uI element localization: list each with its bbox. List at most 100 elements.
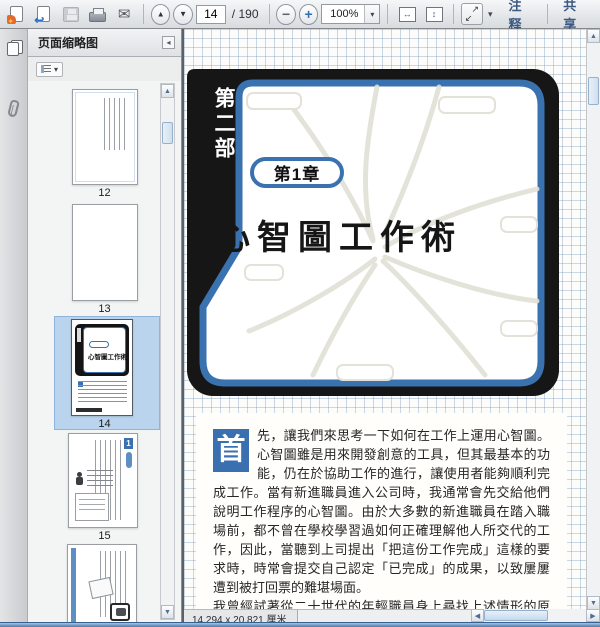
plus-icon: + <box>304 6 313 22</box>
scroll-down-button[interactable]: ▼ <box>161 605 174 619</box>
page-thumbnail-14[interactable]: 心智圖工作術 <box>71 319 133 416</box>
page-thumbnail-15[interactable]: 1 <box>68 433 138 528</box>
toolbar-separator <box>143 4 144 24</box>
scrollbar-thumb[interactable] <box>162 122 173 144</box>
fullscreen-button[interactable]: ↗ ↙ <box>460 3 483 25</box>
chapter-title: 心智圖工作術 <box>216 219 462 257</box>
zoom-caret-icon[interactable]: ▾ <box>364 5 380 23</box>
down-arrow-icon: ▼ <box>179 9 188 18</box>
mini-frame-inner: 心智圖工作術 <box>83 327 127 373</box>
fullscreen-caret-icon[interactable]: ▾ <box>486 9 495 20</box>
create-pdf-button[interactable] <box>5 2 29 26</box>
mini-body-lines <box>78 381 127 403</box>
print-button[interactable] <box>85 2 109 26</box>
thumbnail-label: 14 <box>98 418 111 430</box>
up-arrow-icon: ▲ <box>164 87 171 95</box>
mini-page-badge: 1 <box>124 438 133 449</box>
mini-person-figure <box>76 472 83 485</box>
email-icon: ✉ <box>117 5 131 23</box>
thumbnail-list: 12 13 心智圖工作術 14 1 15 ▲ ▼ <box>28 81 181 622</box>
arrow-ne-icon: ↗ <box>471 4 479 14</box>
save-copy-icon <box>34 6 51 27</box>
page-total-label: / 190 <box>231 7 259 21</box>
email-button[interactable]: ✉ <box>112 2 136 26</box>
save-icon <box>62 6 79 22</box>
page-thumbnail-13[interactable] <box>72 204 138 301</box>
left-arrow-icon: ◀ <box>474 612 481 620</box>
thumb-text-lines <box>104 98 128 150</box>
collapse-icon: ◂ <box>166 38 171 47</box>
scroll-left-button[interactable]: ◀ <box>471 609 484 622</box>
page-thumbnails-panel-button[interactable] <box>2 35 26 61</box>
fit-width-icon: ↔ <box>398 6 416 22</box>
document-horizontal-scrollbar[interactable]: ◀ <box>471 609 586 622</box>
mini-chapter-frame: 心智圖工作術 <box>75 324 129 376</box>
window-bottom-edge <box>0 622 600 627</box>
zoom-out-button[interactable]: − <box>276 3 296 25</box>
pdf-reader-window: ✉ ▲ ▼ / 190 − + 100% ▾ ↔ ↕ ↗ ↙ ▾ 注释 共享 <box>0 0 600 627</box>
down-arrow-icon: ▼ <box>590 599 597 607</box>
zoom-level-select[interactable]: 100% ▾ <box>321 4 381 24</box>
thumbnail-label: 13 <box>98 303 111 315</box>
up-arrow-icon: ▲ <box>590 32 597 40</box>
thumbnail-label: 15 <box>98 530 111 542</box>
sidebar-header: 页面缩略图 ◂ <box>28 29 181 57</box>
toolbar-separator <box>547 4 549 24</box>
mini-side-tab <box>126 452 132 468</box>
fit-page-icon: ↕ <box>425 6 443 22</box>
arrow-sw-icon: ↙ <box>464 13 473 23</box>
mini-footer-bar <box>76 408 102 412</box>
mini-diagram-box <box>75 493 109 521</box>
collapse-panel-button[interactable]: ◂ <box>162 36 175 49</box>
thumbnail-options-button[interactable]: ▾ <box>36 61 64 77</box>
thumbnails-sidebar: 页面缩略图 ◂ ▾ 12 13 心智圖工作術 14 1 15 ▲ ▼ <box>28 29 182 622</box>
mini-part-label <box>77 328 81 342</box>
scroll-up-button[interactable]: ▲ <box>587 29 600 43</box>
thumbnail-label: 12 <box>98 187 111 199</box>
down-arrow-icon: ▼ <box>164 608 171 616</box>
next-page-button[interactable]: ▼ <box>173 3 193 25</box>
toolbar: ✉ ▲ ▼ / 190 − + 100% ▾ ↔ ↕ ↗ ↙ ▾ 注释 共享 <box>0 0 600 32</box>
document-view[interactable]: 第二部 第1章 心智圖工作術 首 先，讓我們來思考一下如何在工作上運用心智圖。心… <box>184 29 600 622</box>
save-button[interactable] <box>59 2 83 26</box>
page-thumbnail-16[interactable] <box>67 544 137 622</box>
pages-icon <box>6 40 23 56</box>
navigation-rail <box>0 29 28 622</box>
save-copy-button[interactable] <box>32 2 56 27</box>
scrollbar-thumb[interactable] <box>484 610 548 621</box>
fit-page-button[interactable]: ↕ <box>422 2 446 26</box>
up-arrow-icon: ▲ <box>156 9 165 18</box>
body-text-panel: 首 先，讓我們來思考一下如何在工作上運用心智圖。心智圖雖是用來開發創意的工具，但… <box>196 413 567 610</box>
toolbar-separator <box>387 4 389 24</box>
scrollbar-track[interactable] <box>548 609 586 622</box>
page-size-indicator: 14.294 x 20.821 厘米 <box>184 610 298 622</box>
print-icon <box>88 7 106 22</box>
mini-callout-box <box>110 603 130 621</box>
right-arrow-icon: ▶ <box>590 612 596 620</box>
sidebar-title: 页面缩略图 <box>38 36 99 50</box>
scroll-down-button[interactable]: ▼ <box>587 596 600 610</box>
page-thumbnail-12[interactable] <box>72 89 138 185</box>
page-number-input[interactable] <box>195 4 226 24</box>
scroll-up-button[interactable]: ▲ <box>161 84 174 98</box>
scroll-right-button[interactable]: ▶ <box>586 609 600 622</box>
sidebar-scrollbar[interactable]: ▲ ▼ <box>160 83 175 620</box>
create-pdf-icon <box>7 6 24 26</box>
fit-width-button[interactable]: ↔ <box>395 2 419 26</box>
part-label: 第二部 <box>212 87 235 162</box>
toolbar-separator <box>268 4 270 24</box>
attachments-panel-button[interactable] <box>2 95 26 121</box>
mini-checklist <box>87 470 113 490</box>
mini-side-bar <box>71 548 76 622</box>
paperclip-icon <box>7 98 20 118</box>
toolbar-separator <box>452 4 454 24</box>
mini-chapter-pill <box>89 341 109 348</box>
previous-page-button[interactable]: ▲ <box>150 3 171 25</box>
zoom-in-button[interactable]: + <box>298 3 319 25</box>
paragraph-1: 先，讓我們來思考一下如何在工作上運用心智圖。心智圖雖是用來開發創意的工具，但其最… <box>213 428 550 595</box>
minus-icon: − <box>282 6 291 22</box>
options-caret-icon: ▾ <box>54 64 59 74</box>
scrollbar-thumb[interactable] <box>588 77 599 105</box>
document-vertical-scrollbar[interactable]: ▲ ▼ <box>586 29 600 610</box>
list-options-icon <box>41 65 51 73</box>
